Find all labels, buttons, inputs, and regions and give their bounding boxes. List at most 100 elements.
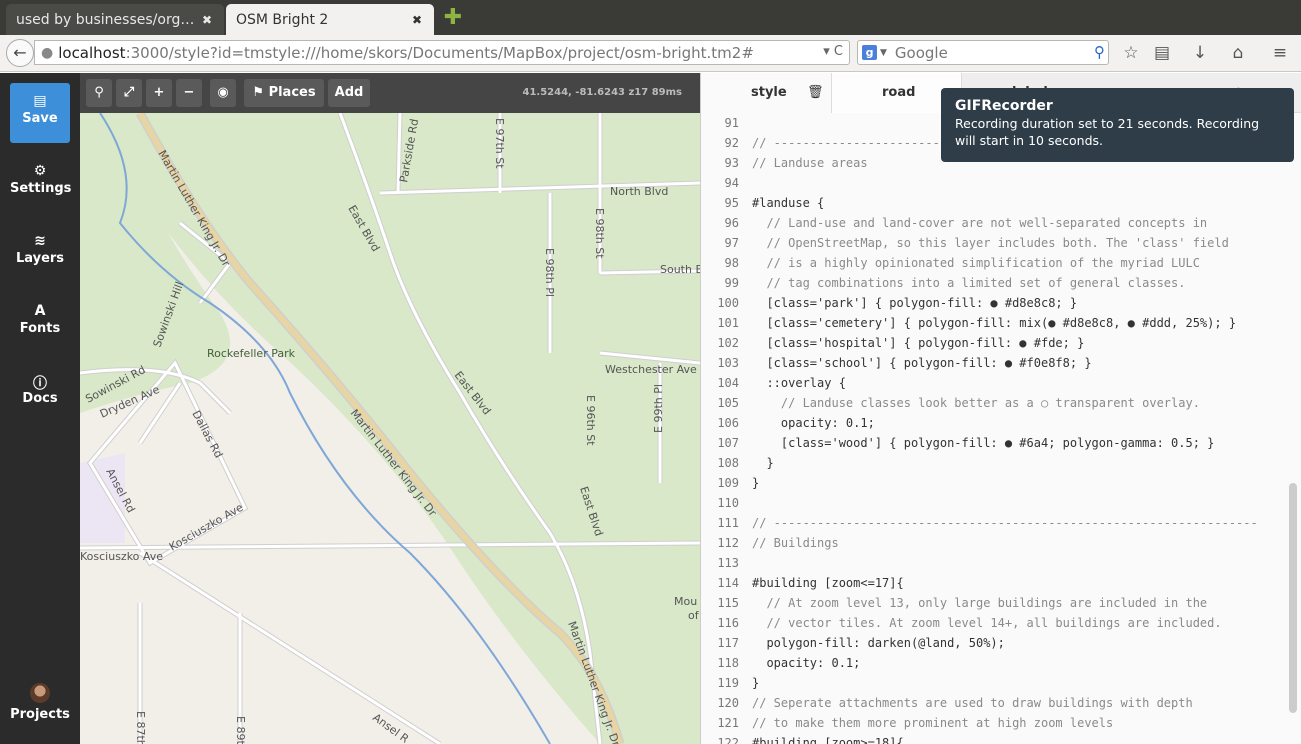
close-icon[interactable]: ✖	[410, 13, 424, 27]
chevron-down-icon[interactable]: ▼	[880, 48, 887, 58]
map-label: of	[688, 609, 700, 622]
line-number: 101	[717, 316, 739, 330]
sidebar-item-settings[interactable]: ⚙ Settings	[10, 153, 72, 213]
park-area	[80, 113, 700, 744]
map-label: E 97th St	[493, 118, 506, 169]
code-line: 115 // At zoom level 13, only large buil…	[701, 593, 1291, 613]
line-number: 102	[717, 336, 739, 350]
search-input[interactable]: g ▼ Google ⚲	[857, 40, 1109, 65]
map-label: Westchester Ave	[605, 363, 697, 376]
line-number: 98	[724, 256, 739, 270]
line-code: opacity: 0.1;	[752, 416, 875, 430]
line-code: }	[752, 476, 760, 490]
line-code: // Buildings	[752, 536, 839, 550]
line-code: #building [zoom<=17]{	[752, 576, 904, 590]
notification-title: GIFRecorder	[955, 98, 1053, 114]
line-code: // Landuse classes look better as a ○ tr…	[752, 396, 1200, 410]
map-label: E 98th Pl	[543, 248, 556, 297]
line-code: // Land-use and land-cover are not well-…	[752, 216, 1208, 230]
line-code: // At zoom level 13, only large building…	[752, 596, 1208, 610]
code-line: 96 // Land-use and land-cover are not we…	[701, 213, 1291, 233]
map-label: E 99th Pl	[652, 384, 665, 433]
map-view[interactable]: ⚲ ⤢ + − ◉ ⚑ Places Add 41.5244, -81.6243…	[80, 73, 700, 744]
code-line: 114 #building [zoom<=17]{	[701, 573, 1291, 593]
line-code: ::overlay {	[752, 376, 846, 390]
eye-icon[interactable]: ◉	[210, 79, 236, 107]
tab-label: road	[882, 85, 916, 100]
code-line: 97 // OpenStreetMap, so this layer inclu…	[701, 233, 1291, 253]
info-icon: ⓘ	[33, 376, 47, 392]
line-number: 112	[717, 536, 739, 550]
sidebar-item-projects[interactable]: Projects	[10, 673, 70, 733]
avatar	[30, 683, 50, 703]
font-icon: A	[34, 303, 46, 319]
line-code: }	[752, 676, 760, 690]
browser-tab-active[interactable]: OSM Bright 2 ✖	[226, 4, 434, 35]
code-line: 104 ::overlay {	[701, 373, 1291, 393]
editor-scrollbar[interactable]	[1289, 483, 1297, 713]
save-button[interactable]: ▤ Save	[10, 83, 70, 143]
menu-icon[interactable]: ≡	[1268, 41, 1292, 65]
places-button[interactable]: ⚑ Places	[244, 79, 324, 107]
line-code: // -------------------------------------…	[752, 516, 1258, 530]
sidebar-item-label: Settings	[10, 181, 72, 196]
back-button[interactable]: ←	[6, 39, 34, 67]
line-code: // Seperate attachments are used to draw…	[752, 696, 1193, 710]
browser-tabstrip: used by businesses/org… ✖ OSM Bright 2 ✖…	[0, 0, 1301, 35]
fullscreen-icon[interactable]: ⤢	[116, 79, 142, 107]
add-button[interactable]: Add	[328, 79, 370, 107]
search-icon[interactable]: ⚲	[1094, 43, 1105, 61]
zoom-out-button[interactable]: −	[176, 79, 202, 107]
code-line: 107 [class='wood'] { polygon-fill: ● #6a…	[701, 433, 1291, 453]
code-line: 122 #building [zoom>=18]{	[701, 733, 1291, 744]
line-number: 114	[717, 576, 739, 590]
sidebar-item-label: Layers	[15, 251, 65, 266]
line-code: // vector tiles. At zoom level 14+, all …	[752, 616, 1222, 630]
reading-list-icon[interactable]: ▤	[1150, 41, 1174, 65]
code-line: 99 // tag combinations into a limited se…	[701, 273, 1291, 293]
line-code: // tag combinations into a limited set o…	[752, 276, 1186, 290]
line-number: 93	[724, 156, 739, 170]
code-line: 103 [class='school'] { polygon-fill: ● #…	[701, 353, 1291, 373]
sidebar-item-fonts[interactable]: A Fonts	[10, 293, 70, 353]
gear-icon: ⚙	[33, 163, 47, 179]
map-label: E 87th	[134, 711, 147, 744]
star-icon[interactable]: ☆	[1119, 41, 1143, 65]
line-code: [class='park'] { polygon-fill: ● #d8e8c8…	[752, 296, 1078, 310]
line-number: 104	[717, 376, 739, 390]
sidebar-item-label: Fonts	[19, 321, 61, 336]
sidebar-item-layers[interactable]: ≋ Layers	[10, 223, 70, 283]
sidebar-item-docs[interactable]: ⓘ Docs	[10, 363, 70, 423]
line-number: 118	[717, 656, 739, 670]
close-icon[interactable]: ✖	[200, 13, 214, 27]
line-code: [class='hospital'] { polygon-fill: ● #fd…	[752, 336, 1085, 350]
code-line: 109}	[701, 473, 1291, 493]
code-line: 112 // Buildings	[701, 533, 1291, 553]
line-code: // OpenStreetMap, so this layer includes…	[752, 236, 1229, 250]
line-number: 122	[717, 736, 739, 744]
url-bar[interactable]: ● localhost:3000/style?id=tmstyle:///hom…	[34, 40, 850, 65]
search-icon[interactable]: ⚲	[86, 79, 112, 107]
line-code: // is a highly opinionated simplificatio…	[752, 256, 1200, 270]
code-line: 119}	[701, 673, 1291, 693]
line-code: // to make them more prominent at high z…	[752, 716, 1114, 730]
new-tab-button[interactable]: ✚	[442, 7, 464, 29]
map-canvas[interactable]: Martin Luther King Jr. Dr Martin Luther …	[80, 113, 700, 744]
google-icon: g	[862, 45, 877, 60]
home-icon[interactable]: ⌂	[1226, 41, 1250, 65]
globe-icon: ●	[41, 44, 54, 61]
code-line: 121 // to make them more prominent at hig…	[701, 713, 1291, 733]
line-code: [class='school'] { polygon-fill: ● #f0e8…	[752, 356, 1092, 370]
notification-toast[interactable]: GIFRecorder Recording duration set to 21…	[941, 88, 1294, 162]
trash-icon[interactable]: 🗑	[807, 85, 824, 101]
line-number: 94	[724, 176, 739, 190]
code-line: 106 opacity: 0.1;	[701, 413, 1291, 433]
zoom-in-button[interactable]: +	[146, 79, 172, 107]
map-label: Ansel R	[370, 711, 411, 744]
reload-icon[interactable]: ▾ C	[823, 44, 843, 59]
line-number: 92	[724, 136, 739, 150]
browser-tab-inactive[interactable]: used by businesses/org… ✖	[6, 4, 224, 35]
line-number: 99	[724, 276, 739, 290]
rockefeller-park-label: Rockefeller Park	[207, 347, 296, 360]
download-icon[interactable]: ↓	[1188, 41, 1212, 65]
